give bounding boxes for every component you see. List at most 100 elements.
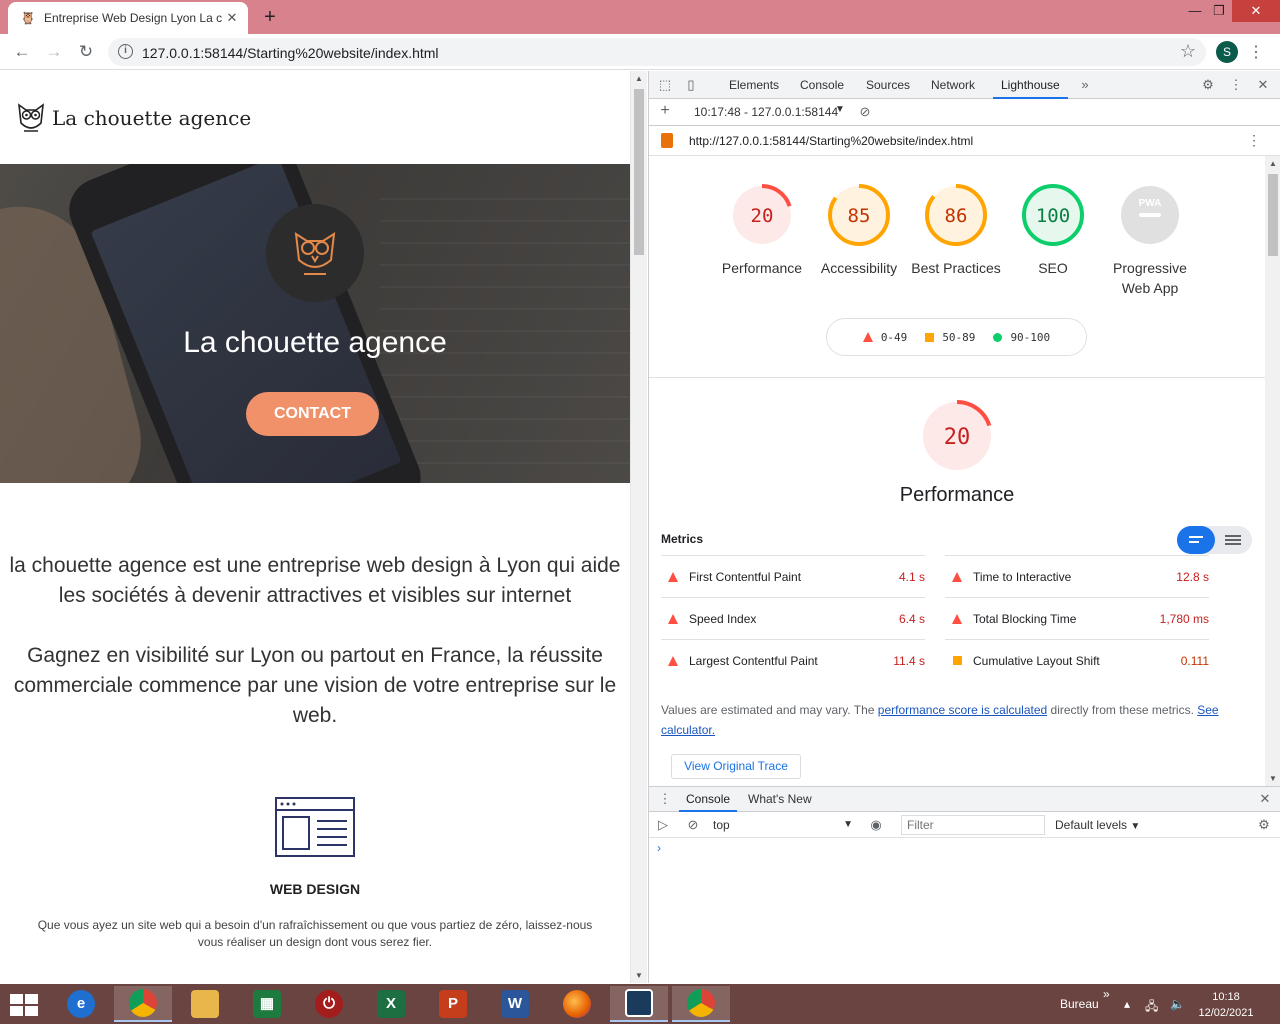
taskbar-store[interactable]: ▦ [238,986,296,1022]
expanded-view-option[interactable] [1225,535,1241,537]
taskbar-word[interactable]: W [486,986,544,1022]
score-gauge[interactable]: 20 Performance [712,182,812,278]
log-levels-dropdown[interactable]: Default levels ▼ [1055,816,1140,836]
contact-button[interactable]: CONTACT [246,392,379,436]
report-dropdown-icon[interactable]: ▼ [835,104,845,115]
forward-button[interactable]: → [42,40,66,64]
taskbar-excel[interactable]: X [362,986,420,1022]
tray-expand-icon[interactable]: » [1103,987,1110,1001]
hero-owl-badge [266,204,364,302]
more-tabs-icon[interactable]: » [1077,77,1093,93]
metric-name: Cumulative Layout Shift [973,653,1100,668]
chrome-icon [687,989,715,1017]
close-tab-icon[interactable]: ✕ [224,10,240,26]
console-prompt-icon[interactable]: › [657,841,661,855]
score-label: Performance [721,260,803,276]
view-original-trace-button[interactable]: View Original Trace [671,754,801,779]
taskbar-chrome-1[interactable] [114,986,172,1022]
service-title: WEB DESIGN [269,881,361,897]
taskbar-file-explorer[interactable] [176,986,234,1022]
metrics-view-toggle[interactable] [1177,526,1252,554]
tray-desktop-label[interactable]: Bureau [1060,997,1099,1011]
score-value: 86 [945,205,968,227]
close-window-button[interactable]: ✕ [1232,0,1280,22]
tab-sources[interactable]: Sources [866,71,910,99]
report-menu-icon[interactable]: ⋮ [1247,132,1261,149]
inspect-element-icon[interactable]: ⬚ [657,77,673,93]
taskbar-firefox[interactable] [548,986,606,1022]
word-icon: W [501,990,529,1018]
tab-console[interactable]: Console [800,71,844,99]
windows-start-icon[interactable] [10,994,38,1016]
network-icon[interactable]: 🖧 [1145,997,1158,1018]
console-settings-gear-icon[interactable]: ⚙ [1256,817,1272,833]
context-selector[interactable]: top ▼ [713,816,853,834]
taskbar-vscode-app[interactable] [610,986,668,1022]
close-drawer-icon[interactable]: ✕ [1257,791,1273,807]
score-gauge[interactable]: 86 Best Practices [906,182,1006,278]
metric-row: Largest Contentful Paint 11.4 s [661,639,925,681]
volume-icon[interactable]: 🔈 [1170,997,1185,1011]
metrics-note: Values are estimated and may vary. The p… [661,703,1219,737]
average-square-icon [952,656,962,665]
report-scroll-thumb[interactable] [1268,174,1278,256]
score-label: Accessibility [820,260,898,276]
tab-network[interactable]: Network [931,71,975,99]
browser-menu-icon[interactable]: ⋮ [1248,42,1264,62]
taskbar-internet-explorer[interactable]: e [52,986,110,1022]
metric-row: Total Blocking Time 1,780 ms [945,597,1209,639]
lighthouse-report: 20 Performance 85 Accessibility 86 Best Pract… [649,156,1265,786]
close-devtools-icon[interactable]: ✕ [1255,77,1271,93]
tab-lighthouse[interactable]: Lighthouse [993,71,1068,99]
website-scroll-thumb[interactable] [634,89,644,255]
site-logo[interactable]: La chouette agence [16,101,251,135]
taskbar-power-app[interactable]: ⏻ [300,986,358,1022]
taskbar-powerpoint[interactable]: P [424,986,482,1022]
new-report-icon[interactable]: + [657,103,673,119]
score-gauge[interactable]: 100 SEO [1003,182,1103,278]
taskbar-chrome-2[interactable] [672,986,730,1022]
report-scroll-down-icon[interactable]: ▼ [1269,774,1277,783]
score-calculated-link[interactable]: performance score is calculated [878,703,1047,717]
metric-row: Time to Interactive 12.8 s [945,555,1209,597]
devtools-menu-icon[interactable]: ⋮ [1228,77,1244,93]
metric-row: Cumulative Layout Shift 0.111 [945,639,1209,681]
back-button[interactable]: ← [10,40,34,64]
metric-name: Largest Contentful Paint [689,653,818,668]
new-tab-button[interactable]: + [258,6,282,30]
fail-triangle-icon [668,655,678,666]
settings-gear-icon[interactable]: ⚙ [1200,77,1216,93]
address-url[interactable]: 127.0.0.1:58144/Starting%20website/index… [142,45,439,61]
clear-reports-icon[interactable]: ⊘ [857,104,873,120]
address-bar[interactable]: i 127.0.0.1:58144/Starting%20website/ind… [108,38,1206,66]
tab-elements[interactable]: Elements [729,71,779,99]
profile-avatar[interactable]: S [1216,41,1238,63]
website-viewport: La chouette agence La chouette agence CO… [0,71,630,983]
console-filter-input[interactable] [901,815,1045,835]
report-scroll-up-icon[interactable]: ▲ [1269,159,1277,168]
report-scrollbar[interactable]: ▲ ▼ [1265,156,1280,786]
bookmark-star-icon[interactable]: ☆ [1180,41,1196,62]
score-gauge[interactable]: PWA Progressive Web App [1100,182,1200,298]
browser-tab[interactable]: 🦉 Entreprise Web Design Lyon La c ✕ [8,2,248,34]
restore-window-button[interactable]: ❐ [1204,0,1234,22]
drawer-menu-icon[interactable]: ⋮ [657,791,673,807]
console-sidebar-icon[interactable]: ▷ [655,817,671,833]
drawer-tab-console[interactable]: Console [679,787,738,812]
drawer-tab-whats-new[interactable]: What's New [748,787,812,812]
tray-overflow-icon[interactable]: ▴ [1124,997,1130,1011]
internet-explorer-icon: e [67,990,95,1018]
clear-console-icon[interactable]: ⊘ [685,817,701,833]
website-scrollbar[interactable]: ▲ ▼ [630,71,647,983]
scroll-up-icon[interactable]: ▲ [635,74,643,83]
device-toolbar-icon[interactable]: ▯ [683,77,699,93]
score-gauge[interactable]: 85 Accessibility [809,182,909,278]
intro-section: la chouette agence est une entreprise we… [0,551,630,761]
reload-button[interactable]: ↻ [74,40,98,64]
site-info-icon[interactable]: i [118,44,133,59]
report-selector[interactable]: 10:17:48 - 127.0.0.1:58144 [694,105,838,119]
taskbar-clock[interactable]: 10:18 12/02/2021 [1196,989,1256,1021]
scroll-down-icon[interactable]: ▼ [635,971,643,980]
compact-view-option[interactable] [1177,526,1215,554]
live-expression-eye-icon[interactable]: ◉ [868,817,884,833]
